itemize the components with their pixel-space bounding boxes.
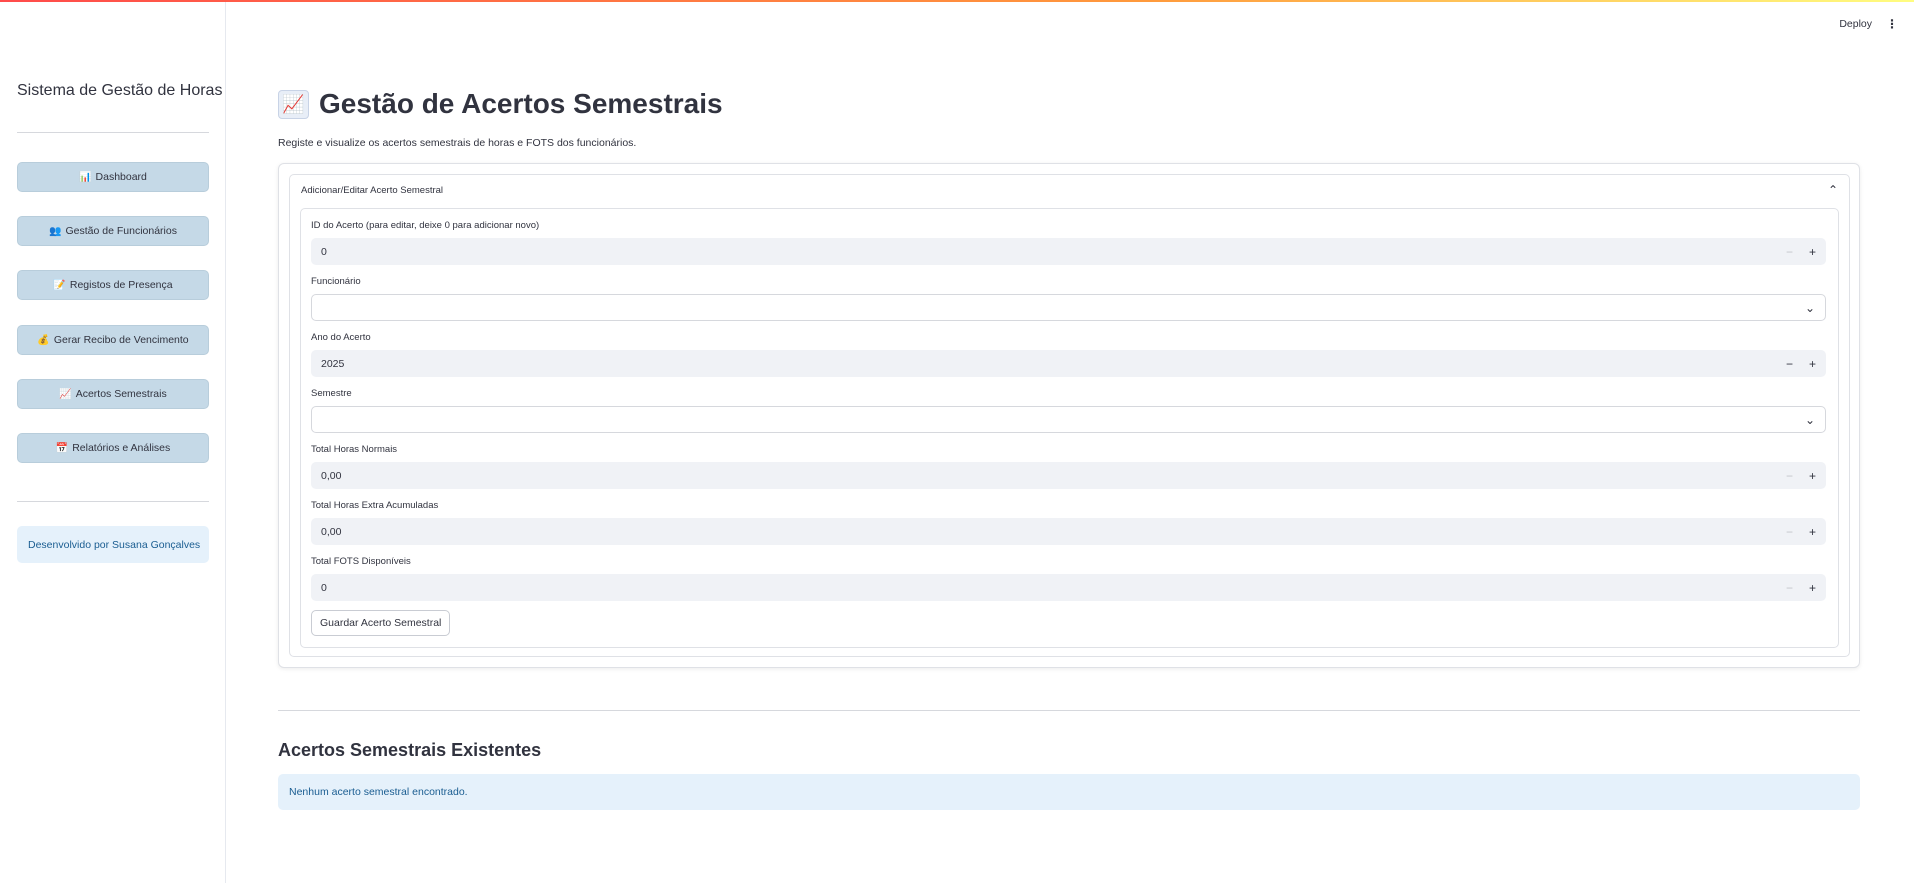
expander: Adicionar/Editar Acerto Semestral ⌃ ID d… bbox=[289, 174, 1850, 657]
id-label: ID do Acerto (para editar, deixe 0 para … bbox=[311, 220, 540, 231]
increment-button[interactable]: + bbox=[1809, 357, 1816, 371]
money-bag-icon: 💰 bbox=[37, 334, 50, 346]
sidebar-divider bbox=[17, 501, 209, 502]
nav-label: Registos de Presença bbox=[69, 279, 173, 291]
nav-recibo-button[interactable]: 💰 Gerar Recibo de Vencimento bbox=[17, 325, 209, 355]
horas-extra-value: 0,00 bbox=[321, 525, 342, 538]
deploy-button[interactable]: Deploy bbox=[1839, 18, 1872, 30]
nav-dashboard-button[interactable]: 📊 Dashboard bbox=[17, 162, 209, 192]
ano-label: Ano do Acerto bbox=[311, 332, 371, 343]
memo-icon: 📝 bbox=[53, 279, 66, 291]
people-icon: 👥 bbox=[49, 225, 62, 237]
existing-section-title: Acertos Semestrais Existentes bbox=[278, 740, 542, 760]
ano-value: 2025 bbox=[321, 357, 345, 370]
sidebar-title: Sistema de Gestão de Horas bbox=[17, 82, 223, 99]
chevron-up-icon: ⌃ bbox=[1827, 183, 1838, 197]
top-accent-bar bbox=[0, 0, 1914, 2]
horas-extra-label: Total Horas Extra Acumuladas bbox=[311, 500, 439, 511]
semestre-select[interactable]: ⌄ bbox=[311, 406, 1826, 433]
fots-label: Total FOTS Disponíveis bbox=[311, 556, 411, 567]
decrement-button[interactable]: − bbox=[1786, 469, 1793, 483]
nav-label: Gerar Recibo de Vencimento bbox=[53, 334, 189, 346]
bar-chart-icon: 📊 bbox=[79, 171, 92, 183]
increment-button[interactable]: + bbox=[1809, 525, 1816, 539]
empty-info-message: Nenhum acerto semestral encontrado. bbox=[278, 774, 1860, 810]
increment-button[interactable]: + bbox=[1809, 581, 1816, 595]
calendar-icon: 📅 bbox=[55, 442, 69, 454]
fots-input[interactable]: 0 − + bbox=[311, 574, 1826, 601]
nav-label: Relatórios e Análises bbox=[72, 442, 171, 454]
nav-label: Gestão de Funcionários bbox=[65, 225, 177, 237]
horas-extra-input[interactable]: 0,00 − + bbox=[311, 518, 1826, 545]
decrement-button[interactable]: − bbox=[1786, 357, 1793, 371]
nav-funcionarios-button[interactable]: 👥 Gestão de Funcionários bbox=[17, 216, 209, 246]
expander-header[interactable]: Adicionar/Editar Acerto Semestral ⌃ bbox=[290, 175, 1849, 205]
nav-relatorios-button[interactable]: 📅 Relatórios e Análises bbox=[17, 433, 209, 463]
increment-button[interactable]: + bbox=[1809, 245, 1816, 259]
nav-acertos-button[interactable]: 📈 Acertos Semestrais bbox=[17, 379, 209, 409]
chevron-down-icon: ⌄ bbox=[1804, 412, 1815, 427]
funcionario-select[interactable]: ⌄ bbox=[311, 294, 1826, 321]
decrement-button[interactable]: − bbox=[1786, 245, 1793, 259]
acerto-form: ID do Acerto (para editar, deixe 0 para … bbox=[300, 208, 1839, 648]
expander-label: Adicionar/Editar Acerto Semestral bbox=[301, 184, 444, 196]
sidebar: Sistema de Gestão de Horas 📊 Dashboard 👥… bbox=[0, 2, 226, 883]
header-toolbar: Deploy ⋮ bbox=[1839, 17, 1898, 31]
nav-label: Dashboard bbox=[95, 171, 147, 183]
nav-presenca-button[interactable]: 📝 Registos de Presença bbox=[17, 270, 209, 300]
section-divider bbox=[278, 710, 1860, 711]
decrement-button[interactable]: − bbox=[1786, 581, 1793, 595]
sidebar-divider bbox=[17, 132, 209, 133]
chart-up-icon: 📈 bbox=[278, 89, 309, 119]
horas-normais-input[interactable]: 0,00 − + bbox=[311, 462, 1826, 489]
page-title: 📈 Gestão de Acertos Semestrais bbox=[278, 88, 723, 120]
save-acerto-button[interactable]: Guardar Acerto Semestral bbox=[311, 610, 451, 636]
fots-value: 0 bbox=[321, 581, 327, 594]
kebab-menu-icon[interactable]: ⋮ bbox=[1886, 17, 1898, 31]
chevron-down-icon: ⌄ bbox=[1804, 300, 1815, 315]
horas-normais-value: 0,00 bbox=[321, 469, 342, 482]
developer-note: Desenvolvido por Susana Gonçalves bbox=[17, 526, 209, 563]
funcionario-label: Funcionário bbox=[311, 276, 361, 287]
page-subtitle: Registe e visualize os acertos semestrai… bbox=[278, 137, 637, 149]
semestre-label: Semestre bbox=[311, 388, 352, 399]
id-number-input[interactable]: 0 − + bbox=[311, 238, 1826, 265]
ano-number-input[interactable]: 2025 − + bbox=[311, 350, 1826, 377]
horas-normais-label: Total Horas Normais bbox=[311, 444, 398, 455]
decrement-button[interactable]: − bbox=[1786, 525, 1793, 539]
increment-button[interactable]: + bbox=[1809, 469, 1816, 483]
chart-up-icon: 📈 bbox=[59, 388, 72, 400]
page-title-text: Gestão de Acertos Semestrais bbox=[319, 88, 723, 119]
nav-label: Acertos Semestrais bbox=[75, 388, 167, 400]
id-value: 0 bbox=[321, 245, 327, 258]
form-card: Adicionar/Editar Acerto Semestral ⌃ ID d… bbox=[278, 163, 1860, 668]
